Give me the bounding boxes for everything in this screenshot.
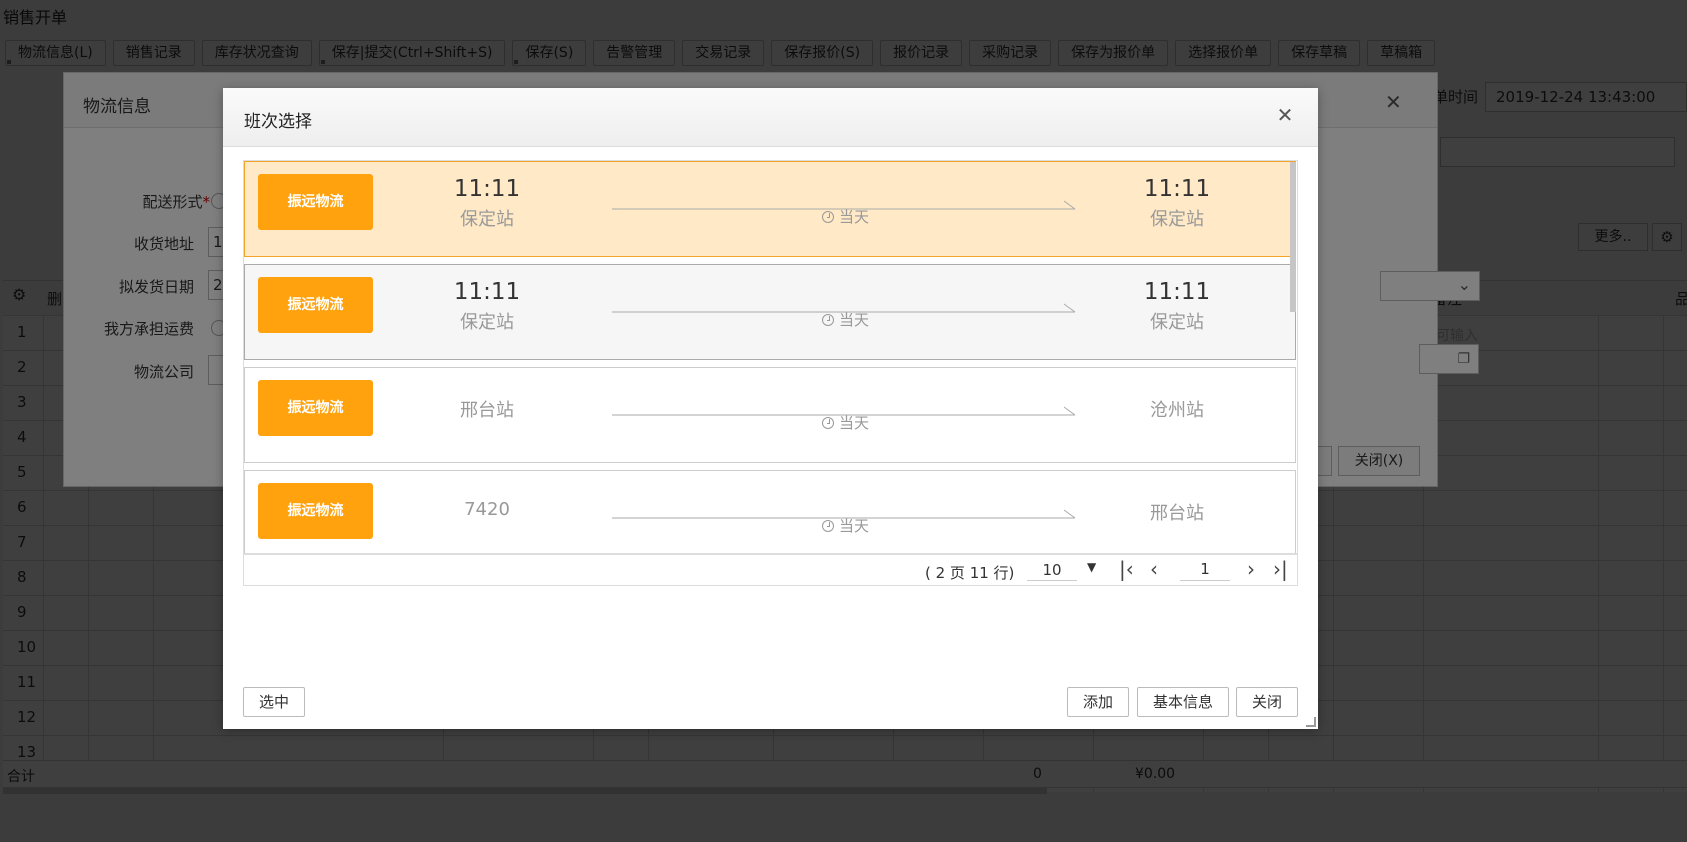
close-icon[interactable]: ✕: [1273, 103, 1297, 127]
shift-card[interactable]: 振远物流 邢台站当天 沧州站: [244, 367, 1296, 463]
duration-text: 当天: [839, 208, 870, 226]
departure-time: 11:11: [453, 279, 521, 305]
last-page-icon[interactable]: ›|: [1273, 557, 1288, 581]
pager: ( 2 页 11 行) 10 ▼ |‹ ‹ 1 › ›|: [243, 554, 1298, 586]
departure-station: 保定站: [460, 312, 514, 333]
basic-info-button[interactable]: 基本信息: [1137, 687, 1229, 717]
duration-label: 当天: [822, 412, 869, 433]
arrival-time: 11:11: [1143, 176, 1211, 202]
company-logo: 振远物流: [258, 483, 373, 539]
arrival-time: 11:11: [1143, 279, 1211, 305]
duration-label: 当天: [822, 309, 869, 330]
shift-card[interactable]: 振远物流 11:11 保定站 当天 11:11 保定站: [244, 264, 1296, 360]
clock-icon: [822, 211, 834, 223]
list-scrollbar[interactable]: [1290, 162, 1296, 312]
duration-label: 当天: [822, 515, 869, 536]
clock-icon: [822, 520, 834, 532]
prev-page-icon[interactable]: ‹: [1150, 557, 1158, 581]
duration-text: 当天: [839, 311, 870, 329]
shift-card[interactable]: 振远物流 7420 当天 邢台站: [244, 470, 1296, 553]
resize-grip-icon[interactable]: [1306, 717, 1316, 727]
departure-station: 保定站: [460, 209, 514, 230]
company-logo: 振远物流: [258, 380, 373, 436]
select-button[interactable]: 选中: [243, 687, 305, 717]
duration-text: 当天: [839, 414, 870, 432]
clock-icon: [822, 314, 834, 326]
duration-label: 当天: [822, 206, 869, 227]
add-button[interactable]: 添加: [1067, 687, 1129, 717]
shift-selection-dialog: 班次选择 ✕ 振远物流 11:11 保定站 当天 11:11 保定站 振远物流 11:11 保定…: [223, 88, 1318, 729]
arrival-station: 邢台站: [1150, 503, 1204, 524]
arrival-station: 保定站: [1150, 312, 1204, 333]
arrival-station: 保定站: [1150, 209, 1204, 230]
first-page-icon[interactable]: |‹: [1119, 557, 1134, 581]
clock-icon: [822, 417, 834, 429]
next-page-icon[interactable]: ›: [1247, 557, 1255, 581]
departure-station: 7420: [464, 499, 510, 520]
arrival-station: 沧州站: [1150, 400, 1204, 421]
page-size-select[interactable]: 10: [1027, 559, 1077, 581]
shift-card[interactable]: 振远物流 11:11 保定站 当天 11:11 保定站: [244, 161, 1296, 257]
departure-time: 11:11: [453, 176, 521, 202]
page-number-input[interactable]: 1: [1180, 559, 1230, 581]
dialog-header: [223, 88, 1318, 147]
company-logo: 振远物流: [258, 277, 373, 333]
pager-info: ( 2 页 11 行): [925, 564, 1015, 582]
dropdown-arrow-icon[interactable]: ▼: [1087, 560, 1096, 574]
shift-dialog-title: 班次选择: [244, 112, 312, 132]
shift-list: 振远物流 11:11 保定站 当天 11:11 保定站 振远物流 11:11 保定站 当天 11:1…: [243, 160, 1298, 554]
departure-station: 邢台站: [460, 400, 514, 421]
company-logo: 振远物流: [258, 174, 373, 230]
duration-text: 当天: [839, 517, 870, 535]
dialog-close-button[interactable]: 关闭: [1236, 687, 1298, 717]
